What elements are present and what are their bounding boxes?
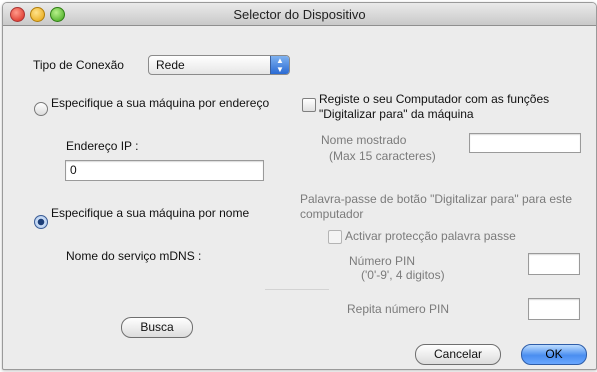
activate-password-protection-checkbox[interactable] [328, 230, 342, 244]
separator-line [265, 289, 329, 290]
connection-type-label: Tipo de Conexão [33, 58, 124, 72]
radio-specify-by-name-label[interactable]: Especifique a sua máquina por nome [51, 206, 271, 221]
repeat-pin-input[interactable] [528, 298, 580, 320]
display-name-hint: (Max 15 caracteres) [329, 149, 436, 163]
window-title: Selector do Dispositivo [233, 7, 366, 22]
activate-password-protection-label[interactable]: Activar protecção palavra passe [345, 229, 516, 243]
pin-number-input[interactable] [528, 253, 580, 275]
browse-button[interactable]: Busca [121, 317, 193, 338]
radio-specify-by-address-label[interactable]: Especifique a sua máquina por endereço [51, 96, 271, 111]
ip-address-label: Endereço IP : [66, 139, 139, 153]
register-computer-checkbox[interactable] [302, 98, 316, 112]
ip-address-input[interactable]: 0 [65, 160, 264, 181]
title-bar: Selector do Dispositivo [3, 3, 596, 26]
radio-specify-by-name[interactable] [34, 215, 48, 229]
display-name-label: Nome mostrado [321, 133, 407, 147]
connection-type-popup[interactable]: Rede ▲ ▼ [148, 55, 290, 75]
radio-specify-by-address[interactable] [34, 102, 48, 116]
repeat-pin-label: Repita número PIN [347, 302, 450, 316]
mdns-service-name-label: Nome do serviço mDNS : [66, 249, 202, 263]
device-selector-window: Selector do Dispositivo Tipo de Conexão … [2, 2, 597, 370]
connection-type-value: Rede [156, 58, 185, 72]
pin-number-hint: ('0'-9', 4 digitos) [361, 268, 445, 282]
register-computer-label[interactable]: Registe o seu Computador com as funções … [319, 92, 584, 122]
scan-to-password-heading: Palavra-passe de botão "Digitalizar para… [300, 192, 573, 221]
cancel-button[interactable]: Cancelar [415, 344, 501, 365]
display-name-input[interactable] [469, 133, 581, 153]
ok-button[interactable]: OK [521, 344, 587, 365]
pin-number-label: Número PIN [349, 254, 416, 268]
popup-arrows-icon: ▲ ▼ [270, 56, 289, 74]
